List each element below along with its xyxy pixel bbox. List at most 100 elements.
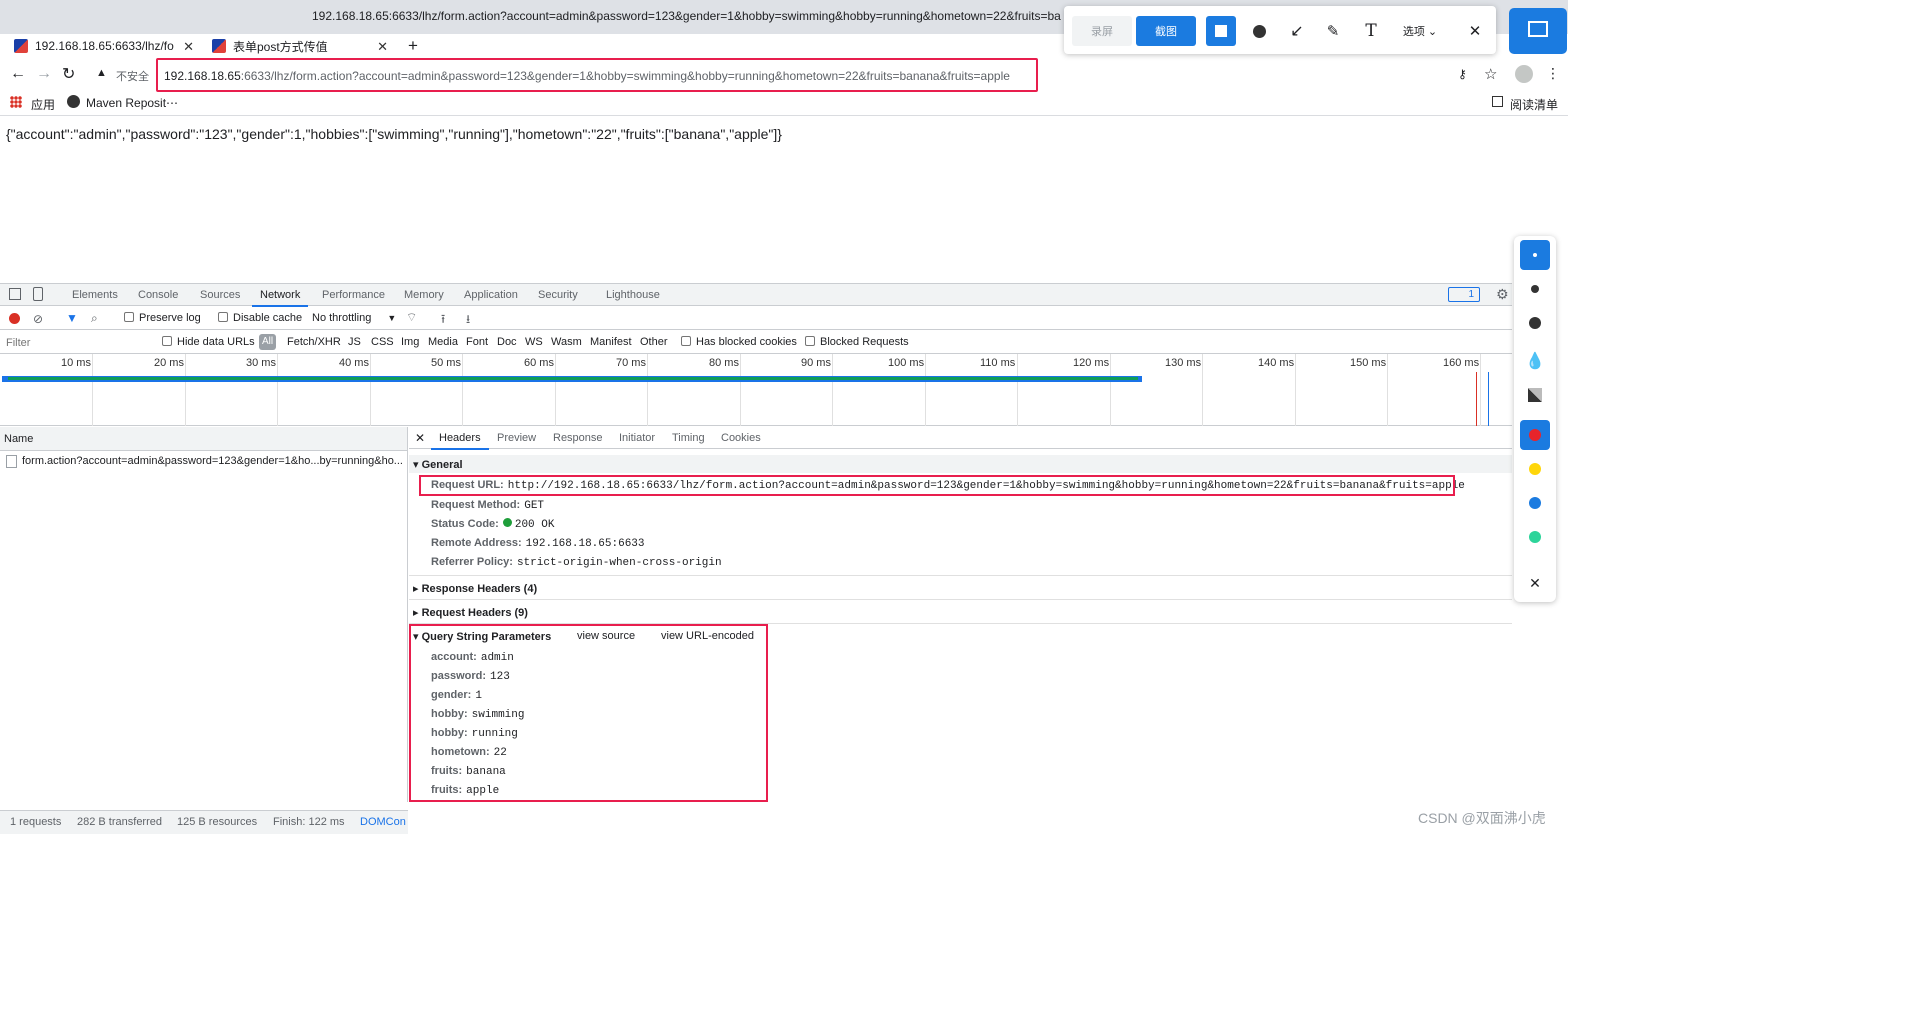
network-conditions-icon[interactable]: ⌔: [406, 310, 417, 325]
hide-data-urls-checkbox[interactable]: Hide data URLs: [162, 336, 255, 348]
search-icon[interactable]: ⌕: [91, 311, 98, 326]
filter-type-js[interactable]: JS: [348, 336, 361, 348]
close-palette-icon[interactable]: ✕: [1520, 568, 1550, 598]
tab-response[interactable]: Response: [553, 432, 603, 444]
tab-lighthouse[interactable]: Lighthouse: [606, 289, 660, 301]
tab-timing[interactable]: Timing: [672, 432, 705, 444]
filter-type-ws[interactable]: WS: [525, 336, 543, 348]
mosaic-icon[interactable]: [1520, 380, 1550, 410]
tab-cookies[interactable]: Cookies: [721, 432, 761, 444]
record-icon[interactable]: [9, 313, 20, 324]
tab-sources[interactable]: Sources: [200, 289, 240, 301]
color-yellow[interactable]: [1520, 454, 1550, 484]
tab-preview[interactable]: Preview: [497, 432, 536, 444]
text-tool-icon[interactable]: T: [1356, 16, 1386, 46]
reload-icon[interactable]: ↻: [62, 64, 75, 84]
settings-gear-icon[interactable]: ⚙: [1496, 286, 1509, 303]
filter-input[interactable]: [2, 334, 150, 351]
close-tab-icon[interactable]: ✕: [183, 39, 194, 55]
tab-active[interactable]: 192.168.18.65:6633/lhz/fo ✕: [6, 34, 202, 58]
blocked-requests-checkbox[interactable]: Blocked Requests: [805, 336, 909, 348]
tab-label: 192.168.18.65:6633/lhz/fo: [35, 39, 174, 53]
color-green[interactable]: [1520, 522, 1550, 552]
filter-type-wasm[interactable]: Wasm: [551, 336, 582, 348]
menu-kebab-icon[interactable]: ⋮: [1546, 65, 1560, 82]
tab-memory[interactable]: Memory: [404, 289, 444, 301]
size-medium-icon[interactable]: [1520, 274, 1550, 304]
clear-icon[interactable]: ⊘: [33, 312, 43, 326]
filter-type-font[interactable]: Font: [466, 336, 488, 348]
close-icon[interactable]: ✕: [1462, 16, 1488, 46]
preserve-log-checkbox[interactable]: Preserve log: [124, 312, 201, 324]
filter-type-manifest[interactable]: Manifest: [590, 336, 632, 348]
response-headers-toggle[interactable]: ▸ Response Headers (4): [413, 582, 537, 595]
close-tab-icon[interactable]: ✕: [377, 39, 388, 55]
profile-avatar-icon[interactable]: [1515, 65, 1533, 83]
filter-icon[interactable]: ▼: [66, 311, 78, 325]
throttling-select[interactable]: No throttling ▼: [312, 312, 396, 324]
record-button[interactable]: 录屏: [1072, 16, 1132, 46]
inspect-icon[interactable]: [9, 288, 21, 300]
filter-type-img[interactable]: Img: [401, 336, 419, 348]
tab-elements[interactable]: Elements: [72, 289, 118, 301]
size-small-icon[interactable]: [1520, 240, 1550, 270]
site-favicon-icon: [212, 39, 226, 53]
color-red[interactable]: [1520, 420, 1550, 450]
table-row[interactable]: form.action?account=admin&password=123&g…: [0, 452, 407, 470]
filter-type-other[interactable]: Other: [640, 336, 668, 348]
tab-headers[interactable]: Headers: [431, 432, 489, 450]
options-dropdown[interactable]: 选项 ⌄: [1394, 16, 1446, 46]
import-har-icon[interactable]: ⭱: [441, 310, 445, 331]
disable-cache-checkbox[interactable]: Disable cache: [218, 312, 302, 324]
color-blue[interactable]: [1520, 488, 1550, 518]
tab-application[interactable]: Application: [464, 289, 518, 301]
crop-icon[interactable]: [1509, 8, 1567, 54]
tab-inactive[interactable]: 表单post方式传值 ✕: [204, 34, 396, 58]
view-url-encoded-link[interactable]: view URL-encoded: [661, 630, 754, 642]
has-blocked-cookies-checkbox[interactable]: Has blocked cookies: [681, 336, 797, 348]
bookmark-maven[interactable]: Maven Reposit⋯: [86, 96, 178, 110]
query-param: hometown: 22: [431, 746, 507, 759]
reading-list[interactable]: 阅读清单: [1510, 96, 1558, 113]
domcontentloaded-time: DOMCon: [360, 816, 406, 828]
key-icon[interactable]: ⚷: [1458, 67, 1467, 81]
export-har-icon[interactable]: ⭳: [466, 310, 470, 331]
tab-network[interactable]: Network: [251, 289, 309, 307]
pen-tool-icon[interactable]: ✎: [1318, 16, 1348, 46]
blur-icon[interactable]: 💧: [1520, 346, 1550, 376]
warning-icon[interactable]: ▲: [96, 67, 107, 79]
ellipse-tool-icon[interactable]: [1244, 16, 1274, 46]
size-large-icon[interactable]: [1520, 308, 1550, 338]
view-source-link[interactable]: view source: [577, 630, 635, 642]
forward-icon[interactable]: →: [36, 65, 52, 83]
new-tab-icon[interactable]: +: [408, 36, 418, 56]
tab-initiator[interactable]: Initiator: [619, 432, 655, 444]
apps-grid-icon[interactable]: [10, 96, 22, 108]
filter-type-media[interactable]: Media: [428, 336, 458, 348]
tab-label: 表单post方式传值: [233, 39, 328, 54]
query-params-toggle[interactable]: ▾ Query String Parameters: [413, 630, 551, 643]
filter-type-doc[interactable]: Doc: [497, 336, 517, 348]
device-toggle-icon[interactable]: [33, 287, 43, 301]
tab-security[interactable]: Security: [538, 289, 578, 301]
issues-badge[interactable]: 1: [1448, 287, 1480, 302]
rectangle-tool-icon[interactable]: [1206, 16, 1236, 46]
general-header[interactable]: ▾ General: [409, 455, 1512, 473]
request-headers-toggle[interactable]: ▸ Request Headers (9): [413, 606, 528, 619]
filter-type-all[interactable]: All: [259, 334, 277, 350]
filter-type-fetch[interactable]: Fetch/XHR: [287, 336, 341, 348]
address-bar[interactable]: 192.168.18.65:6633/lhz/form.action?accou…: [156, 58, 1038, 92]
tab-console[interactable]: Console: [138, 289, 178, 301]
tab-performance[interactable]: Performance: [322, 289, 385, 301]
load-marker: [1476, 372, 1477, 426]
devtools-tabbar: Elements Console Sources Network Perform…: [0, 284, 1512, 307]
tick-label: 40 ms: [339, 357, 369, 369]
close-details-icon[interactable]: ✕: [415, 431, 425, 445]
capture-button[interactable]: 截图: [1136, 16, 1196, 46]
back-icon[interactable]: ←: [10, 65, 26, 83]
name-header[interactable]: Name: [0, 427, 407, 451]
bookmark-star-icon[interactable]: ☆: [1484, 65, 1497, 83]
bookmark-apps[interactable]: 应用: [31, 96, 55, 113]
arrow-tool-icon[interactable]: ↙: [1282, 16, 1312, 46]
filter-type-css[interactable]: CSS: [371, 336, 394, 348]
